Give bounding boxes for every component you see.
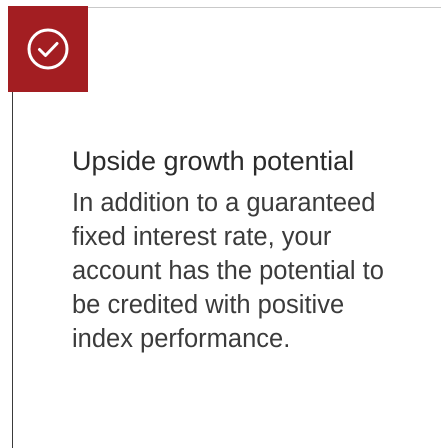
- left-divider: [12, 92, 13, 448]
- card-description: In addition to a guaranteed fixed intere…: [72, 189, 384, 353]
- top-divider: [86, 7, 441, 8]
- icon-tile: [8, 6, 88, 92]
- check-circle-icon: [25, 26, 71, 72]
- card-title: Upside growth potential: [72, 146, 355, 176]
- feature-card: Upside growth potential In addition to a…: [0, 0, 441, 448]
